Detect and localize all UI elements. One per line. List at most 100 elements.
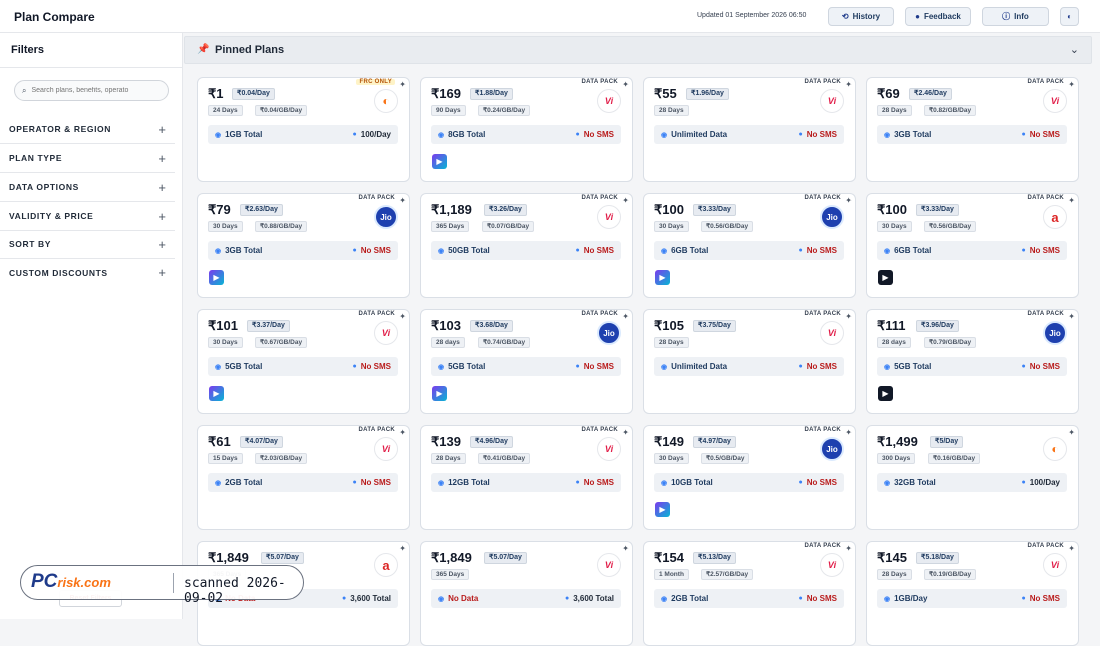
pin-icon[interactable]: ✦ [622,544,629,553]
pin-icon[interactable]: ✦ [622,196,629,205]
facet-sort-by[interactable]: SORT BY + [0,230,175,259]
pin-icon[interactable]: ✦ [1068,312,1075,321]
globe-icon: ◉ [215,479,222,487]
plan-card[interactable]: ₹100 ₹3.33/Day DATA PACK ✦ a 30 Days ₹0.56/GB/… [866,193,1079,298]
pin-icon[interactable]: ✦ [399,428,406,437]
watermark-logo-suffix: risk.com [57,575,111,590]
sms-benefit-label: 100/Day [360,130,391,139]
validity-badge: 28 Days [654,105,689,116]
pin-icon[interactable]: ✦ [622,80,629,89]
data-benefit: ◉ 5GB Total [215,362,262,371]
sms-benefit-label: No SMS [1029,362,1060,371]
info-button[interactable]: ⓘ Info [982,7,1049,26]
plan-card[interactable]: ₹105 ₹3.75/Day DATA PACK ✦ Vi 28 Days ◉ Unlimi… [643,309,856,414]
facet-validity-price[interactable]: VALIDITY & PRICE + [0,202,175,231]
ott-app-icon: ▶ [209,386,224,401]
pin-icon[interactable]: ✦ [399,544,406,553]
pin-icon[interactable]: ✦ [845,312,852,321]
benefits-bar: ◉ 6GB Total ● No SMS [654,241,844,260]
feedback-button[interactable]: ● Feedback [905,7,971,26]
theme-toggle-button[interactable]: ◐ [1060,7,1079,26]
plan-card[interactable]: ₹145 ₹5.18/Day DATA PACK ✦ Vi 28 Days ₹0.19/GB… [866,541,1079,646]
plan-price: ₹55 [654,86,677,101]
sms-benefit: ● 100/Day [1022,478,1060,487]
benefits-bar: ◉ 32GB Total ● 100/Day [877,473,1067,492]
price-per-day-badge: ₹3.33/Day [693,204,736,216]
plan-card[interactable]: ₹1,499 ₹5/Day ✦ ◐ 300 Days ₹0.16/GB/Day ◉ 32GB… [866,425,1079,530]
plan-card[interactable]: ₹79 ₹2.63/Day DATA PACK ✦ Jio 30 Days ₹0.88/GB… [197,193,410,298]
pin-icon[interactable]: ✦ [399,196,406,205]
sms-benefit: ● No SMS [576,246,614,255]
plan-card[interactable]: ₹55 ₹1.96/Day DATA PACK ✦ Vi 28 Days ◉ Unlimit… [643,77,856,182]
pin-icon[interactable]: ✦ [1068,428,1075,437]
benefits-bar: ◉ 5GB Total ● No SMS [208,357,398,376]
data-benefit-label: 5GB Total [448,362,486,371]
price-per-gb-badge: ₹0.82/GB/Day [924,105,977,116]
validity-badge: 1 Month [654,569,689,580]
pin-icon[interactable]: ✦ [399,312,406,321]
plan-card[interactable]: ₹100 ₹3.33/Day DATA PACK ✦ Jio 30 Days ₹0.56/G… [643,193,856,298]
facet-plan-type[interactable]: PLAN TYPE + [0,144,175,173]
operator-logo-icon: Jio [1043,321,1067,345]
pin-icon[interactable]: ✦ [1068,80,1075,89]
plan-card[interactable]: ₹69 ₹2.46/Day DATA PACK ✦ Vi 28 Days ₹0.82/GB/… [866,77,1079,182]
message-icon: ● [1021,247,1026,254]
message-icon: ● [352,363,357,370]
message-icon: ● [1021,131,1026,138]
pin-icon[interactable]: ✦ [845,428,852,437]
plan-card[interactable]: ₹103 ₹3.68/Day DATA PACK ✦ Jio 28 days ₹0.74/G… [420,309,633,414]
price-per-gb-badge: ₹0.41/GB/Day [478,453,531,464]
search-input[interactable] [31,87,157,94]
pin-icon[interactable]: ✦ [845,196,852,205]
pinned-plans-bar[interactable]: 📌 Pinned Plans ⌄ [184,36,1092,64]
operator-logo-icon: Vi [597,205,621,229]
operator-logo-icon: Jio [597,321,621,345]
data-benefit: ◉ 2GB Total [215,478,262,487]
sms-benefit-label: No SMS [806,594,837,603]
plan-type-tag: DATA PACK [1027,195,1064,201]
plan-type-tag: DATA PACK [581,195,618,201]
pin-icon[interactable]: ✦ [622,428,629,437]
operator-logo-icon: Vi [1043,89,1067,113]
data-benefit-label: 50GB Total [448,246,490,255]
sms-benefit-label: No SMS [583,246,614,255]
search-box[interactable]: ⌕ [14,80,169,101]
pin-icon[interactable]: ✦ [622,312,629,321]
plan-card[interactable]: ₹61 ₹4.07/Day DATA PACK ✦ Vi 15 Days ₹2.03/GB/… [197,425,410,530]
plan-card[interactable]: ₹1,849 ₹5.07/Day ✦ Vi 365 Days ◉ No Data ● 3,6… [420,541,633,646]
plan-card[interactable]: ₹111 ₹3.96/Day DATA PACK ✦ Jio 28 days ₹0.79/G… [866,309,1079,414]
price-per-day-badge: ₹3.96/Day [916,320,959,332]
pin-icon[interactable]: ✦ [399,80,406,89]
plan-card[interactable]: ₹169 ₹1.88/Day DATA PACK ✦ Vi 90 Days ₹0.24/GB… [420,77,633,182]
validity-badge: 24 Days [208,105,243,116]
pin-icon[interactable]: ✦ [1068,196,1075,205]
plan-card[interactable]: ₹149 ₹4.97/Day DATA PACK ✦ Jio 30 Days ₹0.5/GB… [643,425,856,530]
pin-icon[interactable]: ✦ [845,80,852,89]
plan-card[interactable]: ₹154 ₹5.13/Day DATA PACK ✦ Vi 1 Month ₹2.57/GB… [643,541,856,646]
plan-card[interactable]: ₹101 ₹3.37/Day DATA PACK ✦ Vi 30 Days ₹0.67/GB… [197,309,410,414]
facet-operator-region[interactable]: OPERATOR & REGION + [0,115,175,144]
data-benefit-label: 8GB Total [448,130,486,139]
sms-benefit: ● No SMS [1022,246,1060,255]
globe-icon: ◉ [215,363,222,371]
sms-benefit-label: No SMS [583,130,614,139]
data-benefit: ◉ Unlimited Data [661,362,727,371]
sms-benefit-label: 100/Day [1029,478,1060,487]
facet-data-options[interactable]: DATA OPTIONS + [0,173,175,202]
validity-badge: 28 days [431,337,465,348]
facet-custom-discounts[interactable]: CUSTOM DISCOUNTS + [0,258,175,287]
price-per-day-badge: ₹3.75/Day [693,320,736,332]
message-icon: ● [575,247,580,254]
pin-icon[interactable]: ✦ [845,544,852,553]
plan-card[interactable]: ₹1,189 ₹3.26/Day DATA PACK ✦ Vi 365 Days ₹0.07… [420,193,633,298]
pin-icon[interactable]: ✦ [1068,544,1075,553]
plan-card[interactable]: ₹1 ₹0.04/Day FRC ONLY ✦ ◐ 24 Days ₹0.04/GB/Day… [197,77,410,182]
history-button[interactable]: ⟲ History [828,7,894,26]
plus-icon: + [158,179,166,195]
plan-card[interactable]: ₹139 ₹4.96/Day DATA PACK ✦ Vi 28 Days ₹0.41/GB… [420,425,633,530]
price-per-day-badge: ₹1.88/Day [470,88,513,100]
price-per-gb-badge: ₹0.24/GB/Day [478,105,531,116]
price-per-gb-badge: ₹0.04/GB/Day [255,105,308,116]
sms-benefit: ● 3,600 Total [565,594,614,603]
plan-type-tag: DATA PACK [804,427,841,433]
